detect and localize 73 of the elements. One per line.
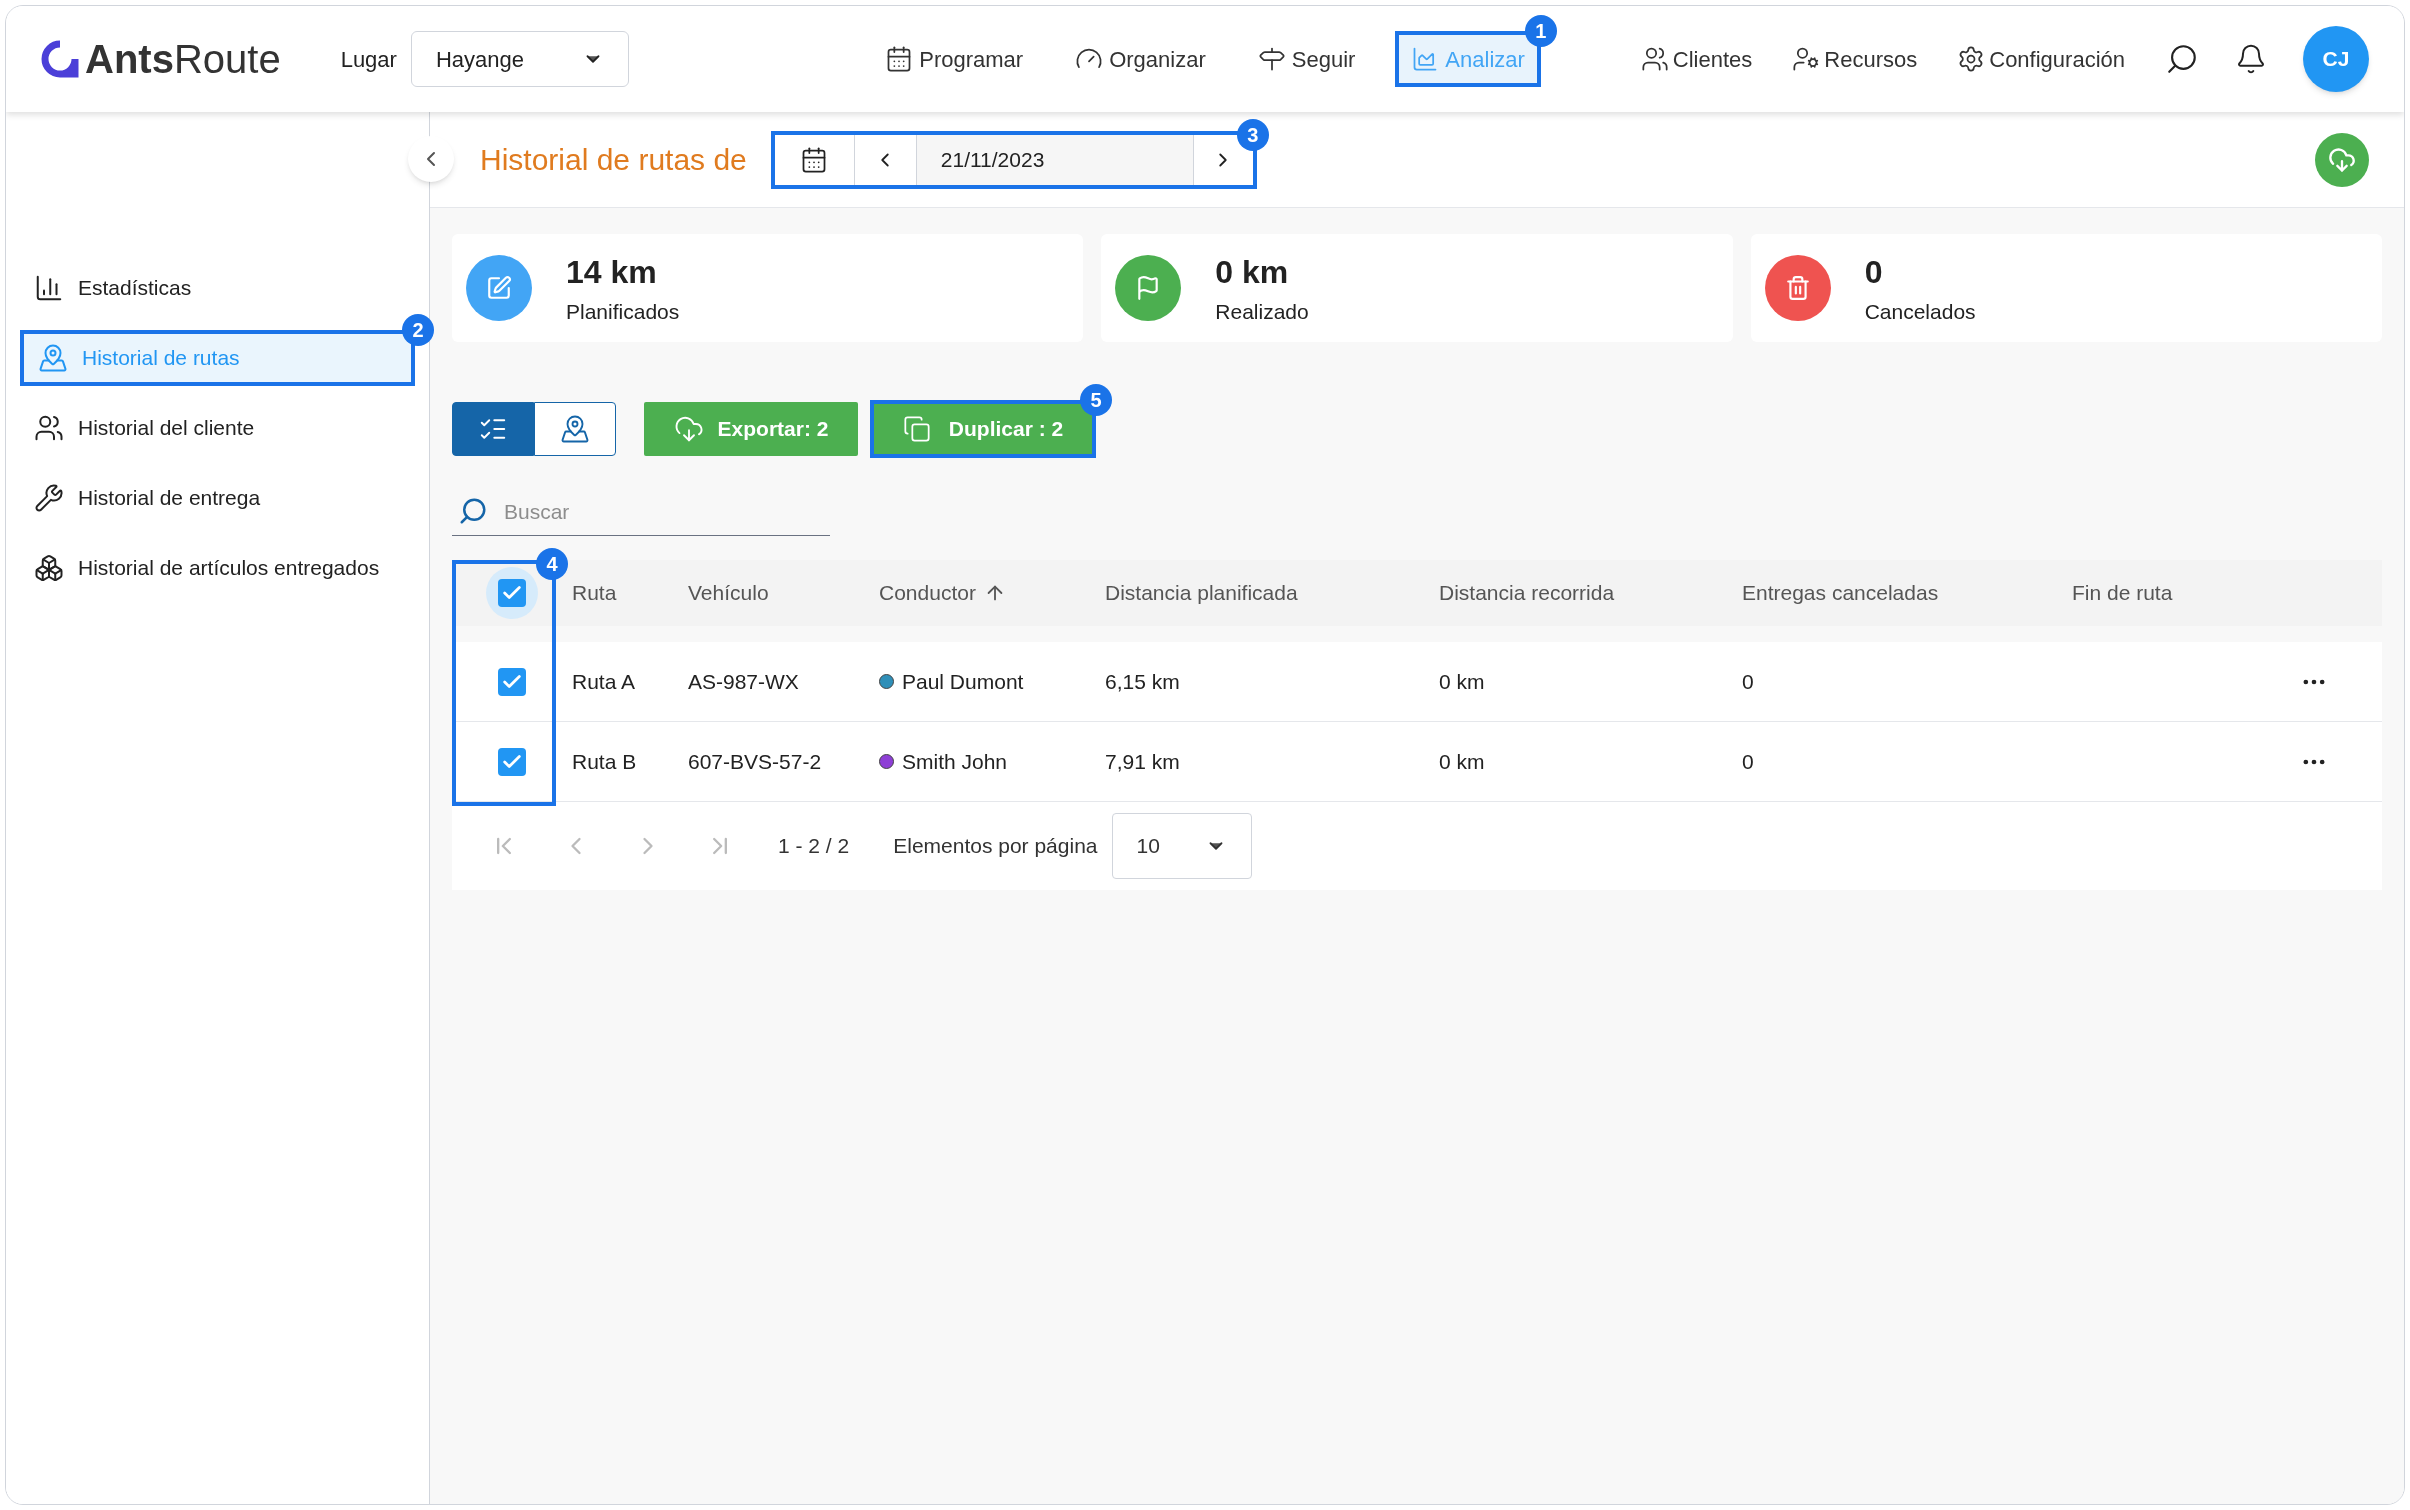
nav-icon [1640, 45, 1669, 73]
callout-badge: 4 [536, 548, 568, 580]
logo-text: AntsRoute [85, 36, 281, 83]
list-view-toggle[interactable] [452, 402, 534, 456]
copy-icon [902, 415, 931, 443]
table-cell-text: Ruta B [572, 748, 638, 775]
place-select[interactable]: Hayange [410, 31, 629, 87]
column-header[interactable]: Fin de ruta [2072, 577, 2272, 609]
column-header[interactable]: Vehículo [688, 577, 879, 609]
nav-link[interactable]: Recursos [1792, 42, 1918, 76]
stat-label: Realizado [1215, 299, 1309, 326]
sidebar-icon [34, 413, 64, 443]
callout-badge: 5 [1080, 384, 1112, 416]
date-field[interactable]: 21/11/2023 [916, 134, 1193, 185]
nav-link[interactable]: Configuración [1957, 42, 2125, 76]
notification-icon[interactable] [2235, 43, 2267, 75]
callout-badge: 2 [402, 314, 434, 346]
page-title: Historial de rutas de [480, 142, 747, 178]
sidebar-icon [34, 553, 64, 583]
cloud-download-icon [2328, 145, 2356, 174]
table-cell-text: 607-BVS-57-2 [688, 748, 823, 775]
table-cell-text: 6,15 km [1105, 668, 1181, 695]
stat-value: 0 km [1215, 253, 1290, 293]
sidebar-item[interactable]: Estadísticas [20, 260, 206, 316]
per-page-select[interactable]: 10 [1111, 813, 1252, 879]
callout-badge: 3 [1236, 118, 1269, 151]
search-icon[interactable] [2165, 42, 2199, 76]
table-cell: Smith John [879, 745, 1105, 778]
cloud-icon [673, 414, 704, 444]
checkbox[interactable] [498, 747, 526, 776]
column-header[interactable]: Entregas canceladas [1742, 577, 2072, 609]
table-row[interactable]: Ruta B 607-BVS-57-2 Smith John 7,91 km 0 km 0 [452, 722, 2382, 802]
nav-icon [1792, 45, 1821, 73]
page-range: 1 - 2 / 2 [778, 833, 850, 860]
stat-value: 0 [1864, 253, 1884, 293]
column-header[interactable]: Distancia recorrida [1439, 577, 1742, 609]
nav-icon [1257, 45, 1286, 73]
nav-link[interactable]: Clientes [1640, 42, 1753, 76]
stat-label: Cancelados [1864, 299, 1976, 326]
map-pin-icon [560, 414, 590, 444]
search-field[interactable]: Buscar [452, 488, 830, 536]
sidebar-icon [34, 273, 64, 303]
table-cell-text: 0 [1742, 668, 1755, 695]
sidebar-icon [38, 343, 68, 373]
table-cell-text: Ruta A [572, 668, 637, 695]
map-view-toggle[interactable] [534, 402, 616, 456]
checkbox[interactable] [498, 579, 526, 607]
stat-value: 14 km [566, 253, 658, 293]
nav-tab[interactable]: Organizar [1063, 31, 1218, 87]
search-icon [458, 496, 488, 526]
column-header[interactable]: Distancia planificada [1105, 577, 1439, 609]
cloud-download-button[interactable] [2315, 132, 2369, 187]
place-label: Lugar [340, 45, 397, 74]
column-header[interactable]: Conductor [879, 577, 1105, 609]
stat-label: Planificados [566, 299, 680, 326]
checkbox[interactable] [498, 667, 526, 696]
sidebar-item[interactable]: Historial de entrega [20, 470, 275, 526]
column-header[interactable]: Ruta [572, 577, 688, 609]
logo-icon [41, 40, 79, 78]
sidebar-item[interactable]: Historial del cliente [20, 400, 269, 456]
table-cell-text: 0 km [1439, 748, 1486, 775]
table-cell-text: 7,91 km [1105, 748, 1181, 775]
nav-tab[interactable]: Programar [873, 31, 1036, 87]
per-page-label: Elementos por página [893, 833, 1098, 860]
table-cell-text: AS-987-WX [688, 668, 800, 695]
table-row[interactable]: Ruta A AS-987-WX Paul Dumont 6,15 km 0 km 0 [452, 642, 2382, 722]
table-cell-text: 0 km [1439, 668, 1486, 695]
nav-tab[interactable]: Seguir [1245, 31, 1368, 87]
sidebar-item[interactable]: Historial de artículos entregados [20, 540, 394, 596]
table-cell: Paul Dumont [879, 665, 1105, 698]
sidebar-icon [34, 483, 64, 513]
table-cell-text: 0 [1742, 748, 1755, 775]
callout-badge: 1 [1524, 15, 1557, 47]
